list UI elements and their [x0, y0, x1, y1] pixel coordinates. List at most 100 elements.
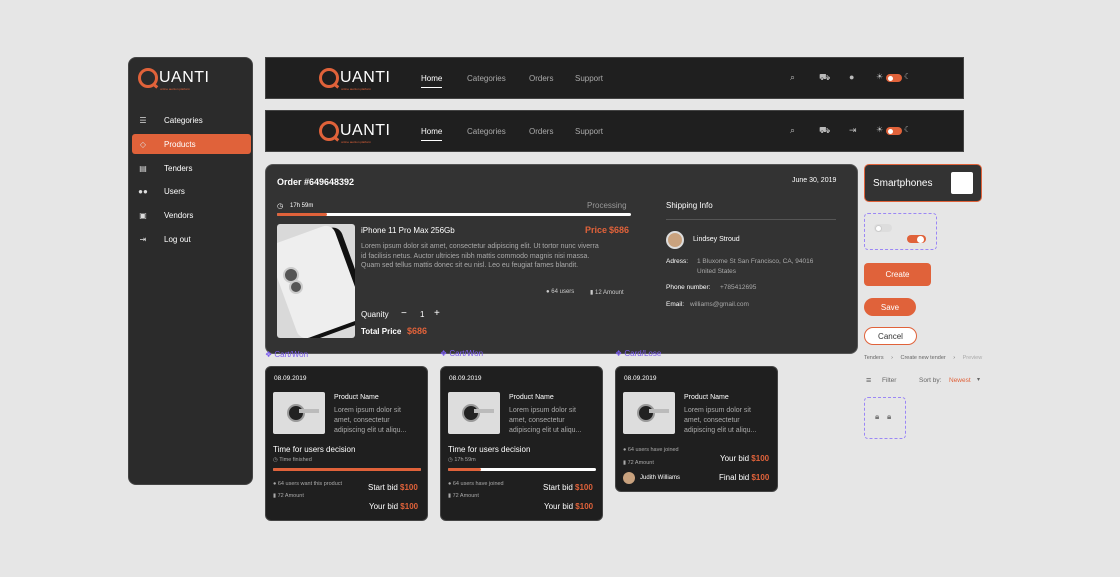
- brand-name: UANTI: [159, 69, 210, 86]
- quantity-value: 1: [420, 310, 425, 319]
- card-product-name: Product Name: [684, 394, 729, 401]
- clock-icon: ◷: [273, 457, 278, 463]
- moon-icon: ☾: [904, 125, 912, 134]
- theme-toggle[interactable]: [886, 127, 902, 135]
- sun-icon: ☀: [876, 125, 884, 134]
- total-value: $686: [407, 326, 428, 336]
- card-amount: ▮ 72 Amount: [623, 460, 654, 466]
- order-panel: Order #649648392 June 30, 2019 ◷ 17h 59m…: [265, 164, 858, 354]
- create-button[interactable]: Create: [864, 263, 931, 286]
- cart-icon[interactable]: ⛟: [819, 72, 830, 84]
- breadcrumb: Tenders › Create new tender › Preview: [864, 355, 982, 361]
- shipping-name: Lindsey Stroud: [693, 236, 740, 243]
- auction-card-won-finished[interactable]: 08.09.2019 Product Name Lorem ipsum dolo…: [265, 366, 428, 521]
- users-count: ● 64 users: [546, 289, 575, 295]
- card-date: 08.09.2019: [624, 375, 657, 382]
- card-timer: ◷ Time finished: [273, 457, 312, 463]
- login-icon[interactable]: ⇥: [849, 125, 857, 136]
- breadcrumb-create[interactable]: Create new tender: [900, 355, 945, 361]
- address-line1: 1 Bluxome St San Francisco, CA, 94016: [697, 258, 814, 265]
- users-icon: ●●: [138, 186, 148, 196]
- nav-categories[interactable]: Categories: [467, 127, 506, 136]
- category-chip[interactable]: Smartphones: [864, 164, 982, 202]
- search-icon[interactable]: ⌕: [790, 125, 795, 136]
- chevron-down-icon[interactable]: ▾: [977, 376, 980, 383]
- toggle-on[interactable]: [907, 235, 926, 243]
- card-description: Lorem ipsum dolor sit amet, consectetur …: [684, 407, 757, 434]
- sidebar: UANTI online auction platform ☰ Categorie…: [128, 57, 253, 485]
- phone-value: +785412695: [720, 284, 757, 291]
- sidebar-item-tenders[interactable]: ▤ Tenders: [132, 158, 251, 178]
- nav-home[interactable]: Home: [421, 127, 443, 141]
- nav-orders[interactable]: Orders: [529, 127, 553, 136]
- card-final-bid: Final bid $100: [719, 473, 770, 482]
- avatar: [666, 231, 684, 249]
- auction-card-won-active[interactable]: 08.09.2019 Product Name Lorem ipsum dolo…: [440, 366, 603, 521]
- product-thumbnail: [448, 392, 500, 434]
- sidebar-item-logout[interactable]: ⇥ Log out: [132, 229, 251, 249]
- logo-q-icon: [319, 121, 339, 141]
- address-line2: United States: [697, 268, 737, 275]
- navbar-logo[interactable]: UANTI online auction platform: [319, 121, 391, 144]
- auction-card-lose[interactable]: 08.09.2019 Product Name Lorem ipsum dolo…: [615, 366, 778, 492]
- card-date: 08.09.2019: [449, 375, 482, 382]
- clock-icon: ◷: [277, 203, 284, 210]
- sidebar-item-vendors[interactable]: ▣ Vendors: [132, 205, 251, 225]
- user-icon: ●: [546, 289, 550, 295]
- card-amount: ▮ 72 Amount: [448, 493, 479, 499]
- user-icon: ●: [448, 481, 452, 487]
- amount-count: ▮ 12 Amount: [590, 290, 624, 296]
- sidebar-item-users[interactable]: ●● Users: [132, 181, 251, 201]
- cart-icon[interactable]: ⛟: [819, 125, 830, 137]
- breadcrumb-tenders[interactable]: Tenders: [864, 355, 884, 361]
- quantity-minus-button[interactable]: −: [401, 308, 407, 319]
- card-your-bid: Your bid $100: [544, 502, 594, 511]
- navbar-logged-out: UANTI online auction platform Home Categ…: [265, 110, 964, 152]
- nav-support[interactable]: Support: [575, 127, 603, 136]
- brand-logo[interactable]: UANTI online auction platform: [138, 68, 210, 91]
- product-image: [277, 224, 355, 338]
- filter-label[interactable]: Filter: [882, 377, 896, 384]
- lock-icon: 🔒︎: [875, 412, 880, 421]
- chart-icon: ▮: [448, 493, 452, 499]
- search-icon[interactable]: ⌕: [790, 72, 795, 83]
- card-product-name: Product Name: [334, 394, 379, 401]
- card-your-bid: Your bid $100: [720, 454, 770, 463]
- user-icon: ●: [623, 447, 627, 453]
- nav-support[interactable]: Support: [575, 74, 603, 83]
- sort-value[interactable]: Newest: [949, 377, 971, 384]
- sidebar-item-categories[interactable]: ☰ Categories: [132, 110, 251, 130]
- winner-name: Judith Williams: [640, 475, 681, 481]
- theme-toggle[interactable]: [886, 74, 902, 82]
- card-decision: Time for users decision: [273, 445, 356, 454]
- user-icon: ●: [273, 481, 277, 487]
- sidebar-item-products[interactable]: ◇ Products: [132, 134, 251, 154]
- total-label: Total Price: [361, 327, 402, 336]
- cancel-button[interactable]: Cancel: [864, 327, 917, 345]
- moon-icon: ☾: [904, 72, 912, 81]
- nav-home[interactable]: Home: [421, 74, 443, 88]
- toggle-off[interactable]: [874, 224, 892, 232]
- product-description: Lorem ipsum dolor sit amet, consectetur …: [361, 243, 599, 269]
- card-start-bid: Start bid $100: [368, 483, 418, 492]
- archive-icon: ▤: [139, 163, 147, 173]
- navbar-logo[interactable]: UANTI online auction platform: [319, 68, 391, 91]
- divider: [666, 219, 836, 220]
- user-icon[interactable]: ●: [849, 72, 854, 82]
- save-button[interactable]: Save: [864, 298, 916, 316]
- logout-icon: ⇥: [139, 234, 147, 244]
- lock-icon: 🔒︎: [887, 412, 892, 421]
- phone-label: Phone number:: [666, 284, 711, 291]
- order-date: June 30, 2019: [792, 177, 837, 184]
- category-image: [951, 172, 973, 194]
- camera-icon: [289, 280, 303, 294]
- filter-icon[interactable]: ≡: [866, 375, 871, 385]
- quantity-plus-button[interactable]: +: [434, 308, 440, 319]
- price-value: $686: [609, 225, 630, 235]
- toggle-variants: [864, 213, 937, 250]
- sort-label: Sort by:: [919, 377, 942, 384]
- nav-orders[interactable]: Orders: [529, 74, 553, 83]
- lock-variants: 🔒︎ 🔒︎: [864, 397, 906, 439]
- nav-categories[interactable]: Categories: [467, 74, 506, 83]
- card-users: ● 64 users have joined: [448, 481, 504, 487]
